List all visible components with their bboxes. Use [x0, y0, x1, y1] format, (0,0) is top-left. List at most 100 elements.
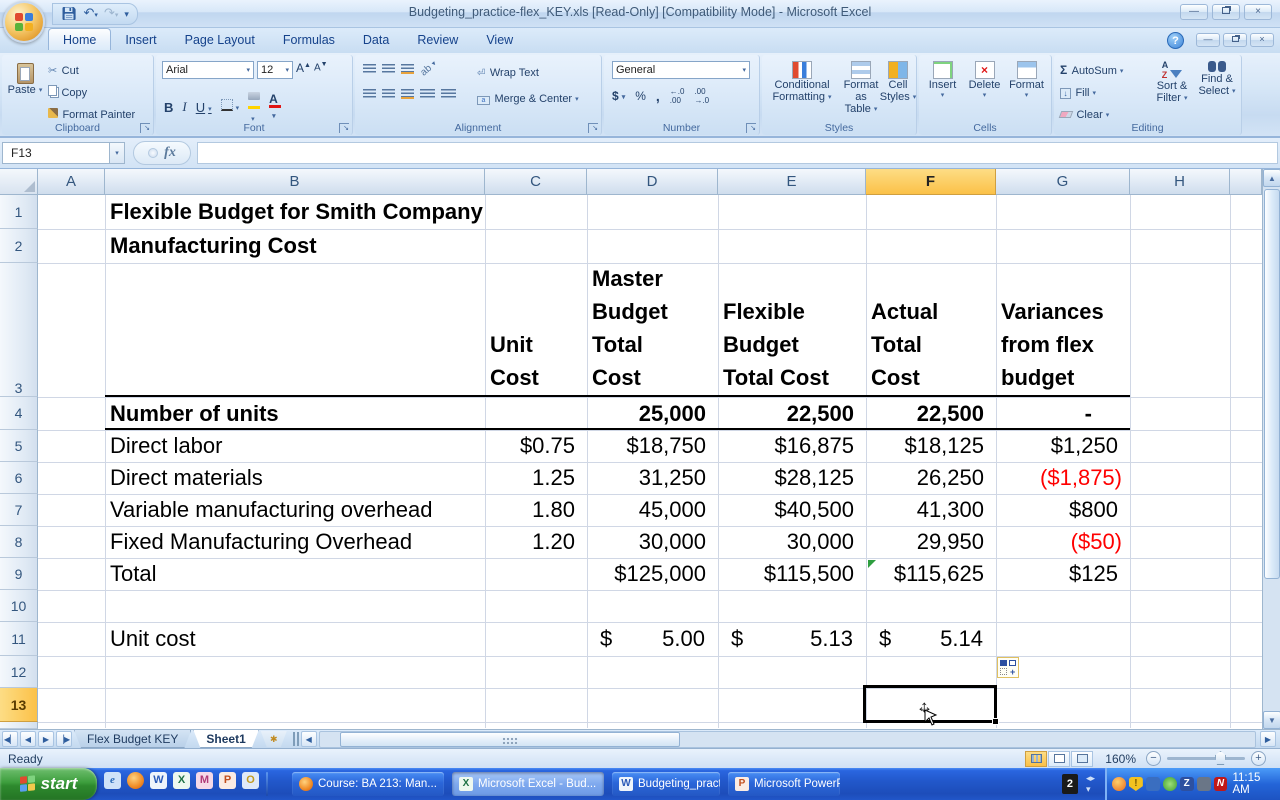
merge-center-button[interactable]: a Merge & Center: [477, 89, 579, 107]
column-header-h[interactable]: H: [1130, 169, 1230, 195]
cell-c6[interactable]: 1.25: [485, 462, 587, 494]
horizontal-scrollbar[interactable]: [319, 731, 1256, 748]
cell-f5[interactable]: $18,125: [866, 430, 996, 462]
insert-worksheet-icon[interactable]: ✱: [261, 731, 287, 747]
cell-f4[interactable]: 22,500: [866, 397, 996, 430]
shrink-font-icon[interactable]: A▼: [314, 61, 328, 79]
close-button[interactable]: ×: [1244, 4, 1272, 20]
cell-f6[interactable]: 26,250: [866, 462, 996, 494]
vertical-scrollbar-thumb[interactable]: [1264, 189, 1280, 579]
cell-e9[interactable]: $115,500: [718, 558, 866, 590]
prev-sheet-icon[interactable]: ◀: [20, 731, 36, 747]
cell-g3-header[interactable]: Variances from flex budget: [996, 263, 1130, 397]
column-header-f-selected[interactable]: F: [866, 169, 996, 195]
find-select-button[interactable]: Find & Select: [1195, 57, 1239, 123]
row-header-10[interactable]: 10: [0, 590, 38, 622]
row-header-6[interactable]: 6: [0, 462, 38, 494]
grow-font-icon[interactable]: A▲: [296, 61, 311, 79]
alignment-dialog-launcher-icon[interactable]: ↘: [588, 123, 598, 133]
zoom-in-icon[interactable]: +: [1251, 751, 1266, 766]
cell-f3-header[interactable]: Actual Total Cost: [866, 263, 996, 397]
clipboard-dialog-launcher-icon[interactable]: ↘: [140, 123, 150, 133]
messenger-icon[interactable]: M: [196, 772, 213, 789]
tray-zonealarm-icon[interactable]: Z: [1180, 777, 1194, 791]
taskbar-button-word-budgeting[interactable]: W Budgeting_practice-fl...: [612, 772, 720, 796]
align-bottom-icon[interactable]: [401, 64, 414, 74]
excel-icon[interactable]: X: [173, 772, 190, 789]
copy-button[interactable]: Copy: [48, 83, 135, 101]
cell-d5[interactable]: $18,750: [587, 430, 718, 462]
row-header-5[interactable]: 5: [0, 430, 38, 462]
autosum-button[interactable]: Σ AutoSum: [1060, 61, 1123, 79]
tray-norton-icon[interactable]: N: [1214, 777, 1228, 791]
format-painter-button[interactable]: Format Painter: [48, 105, 135, 123]
column-header-a[interactable]: A: [38, 169, 105, 195]
language-indicator-icon[interactable]: 2: [1062, 774, 1078, 794]
next-sheet-icon[interactable]: ▶: [38, 731, 54, 747]
column-header-d[interactable]: D: [587, 169, 718, 195]
cell-d6[interactable]: 31,250: [587, 462, 718, 494]
bold-button[interactable]: B: [164, 100, 173, 115]
cell-g4[interactable]: -: [996, 397, 1130, 430]
tray-network-icon[interactable]: [1146, 777, 1160, 791]
cell-e8[interactable]: 30,000: [718, 526, 866, 558]
cell-b8[interactable]: Fixed Manufacturing Overhead: [105, 526, 485, 558]
zoom-out-icon[interactable]: −: [1146, 751, 1161, 766]
formula-input[interactable]: [197, 142, 1278, 164]
cell-c3-header[interactable]: Unit Cost: [485, 263, 587, 397]
row-header-9[interactable]: 9: [0, 558, 38, 590]
align-right-icon[interactable]: [401, 89, 414, 99]
row-header-4[interactable]: 4: [0, 397, 38, 430]
last-sheet-icon[interactable]: ▕▶: [56, 731, 72, 747]
tray-update-icon[interactable]: [1163, 777, 1177, 791]
internet-explorer-icon[interactable]: e: [104, 772, 121, 789]
align-top-icon[interactable]: [363, 64, 376, 74]
column-header-c[interactable]: C: [485, 169, 587, 195]
workbook-restore-button[interactable]: [1223, 33, 1247, 47]
column-header-g[interactable]: G: [996, 169, 1130, 195]
taskbar-button-firefox-course[interactable]: Course: BA 213: Man...: [292, 772, 444, 796]
insert-cells-button[interactable]: Insert▾: [922, 57, 963, 121]
cell-b5[interactable]: Direct labor: [105, 430, 485, 462]
cell-c5[interactable]: $0.75: [485, 430, 587, 462]
paste-button[interactable]: Paste: [6, 59, 44, 119]
align-center-icon[interactable]: [382, 89, 395, 99]
tab-page-layout[interactable]: Page Layout: [171, 29, 269, 50]
cell-f7[interactable]: 41,300: [866, 494, 996, 526]
tab-split-handle[interactable]: [293, 732, 299, 746]
taskbar-button-powerpoint[interactable]: P Microsoft PowerPoint ...: [728, 772, 840, 796]
firefox-icon[interactable]: [127, 772, 144, 789]
cell-g5[interactable]: $1,250: [996, 430, 1130, 462]
format-cells-button[interactable]: Format▾: [1006, 57, 1047, 121]
taskbar-button-excel-active[interactable]: X Microsoft Excel - Bud...: [452, 772, 604, 796]
normal-view-icon[interactable]: [1025, 751, 1047, 767]
cell-f11[interactable]: $5.14: [866, 622, 996, 656]
cell-d4[interactable]: 25,000: [587, 397, 718, 430]
zoom-slider-thumb[interactable]: [1215, 751, 1226, 765]
sheet-tab-flex-budget-key[interactable]: Flex Budget KEY: [74, 730, 191, 748]
column-header-partial[interactable]: [1230, 169, 1262, 195]
sort-filter-button[interactable]: AZ Sort & Filter: [1150, 57, 1194, 123]
cell-f9[interactable]: $115,625: [866, 558, 996, 590]
cell-e6[interactable]: $28,125: [718, 462, 866, 494]
fill-color-icon[interactable]: [248, 87, 260, 127]
cell-g6-negative[interactable]: ($1,875): [996, 462, 1130, 494]
comma-style-icon[interactable]: ,: [656, 88, 660, 104]
row-header-partial[interactable]: [0, 722, 38, 729]
row-header-12[interactable]: 12: [0, 656, 38, 688]
row-header-13-selected[interactable]: 13: [0, 688, 38, 722]
row-header-8[interactable]: 8: [0, 526, 38, 558]
font-color-icon[interactable]: A: [269, 92, 281, 122]
row-header-2[interactable]: 2: [0, 229, 38, 263]
cell-g7[interactable]: $800: [996, 494, 1130, 526]
cell-b7[interactable]: Variable manufacturing overhead: [105, 494, 485, 526]
borders-icon[interactable]: [221, 98, 240, 116]
page-break-view-icon[interactable]: [1071, 751, 1093, 767]
cell-e7[interactable]: $40,500: [718, 494, 866, 526]
format-as-table-button[interactable]: Format as Table: [841, 57, 881, 121]
italic-button[interactable]: I: [182, 99, 186, 115]
zoom-level[interactable]: 160%: [1105, 752, 1136, 766]
row-header-11[interactable]: 11: [0, 622, 38, 656]
cell-e5[interactable]: $16,875: [718, 430, 866, 462]
office-button[interactable]: [3, 1, 45, 43]
